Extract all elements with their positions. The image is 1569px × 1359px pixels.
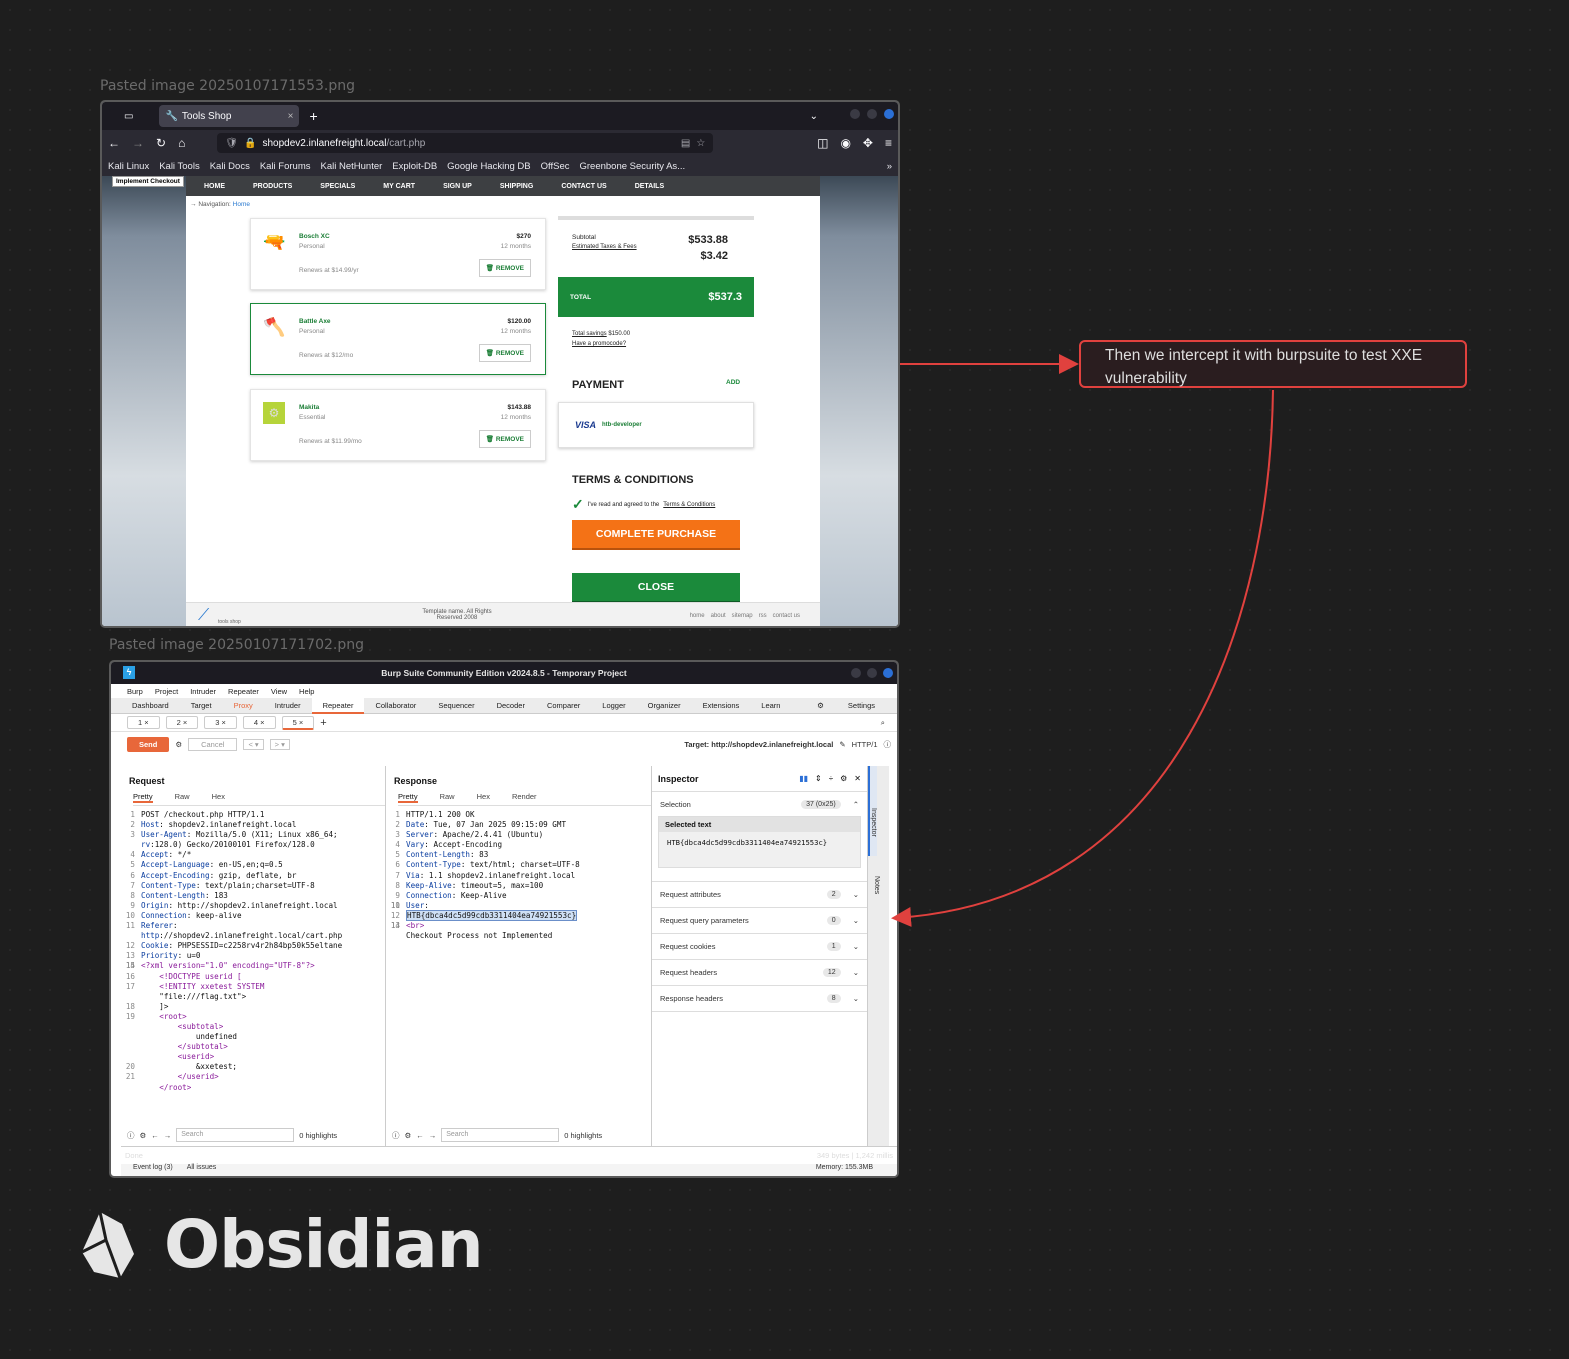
obsidian-logo: Obsidian — [80, 1206, 484, 1283]
canvas-connectors — [891, 354, 1274, 927]
canvas-text-note[interactable]: Then we intercept it with burpsuite to t… — [1079, 340, 1467, 388]
obsidian-crystal-icon — [81, 1211, 134, 1279]
obsidian-wordmark: Obsidian — [164, 1206, 484, 1283]
connector-arrow-to-burp — [891, 389, 1274, 927]
